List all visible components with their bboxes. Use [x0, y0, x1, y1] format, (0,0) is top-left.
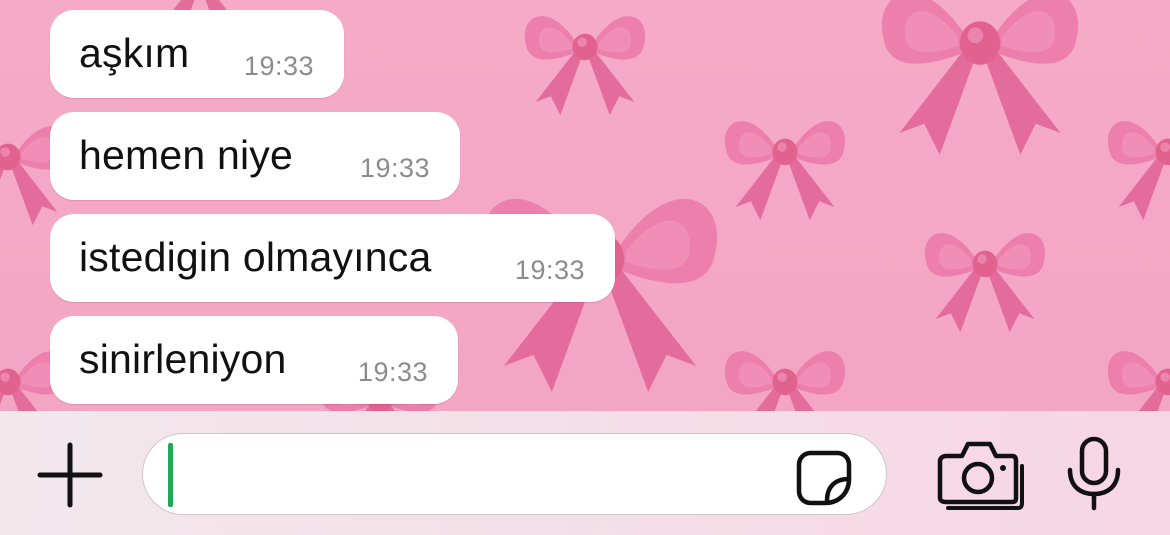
message-timestamp: 19:33	[357, 357, 428, 387]
message-timestamp: 19:33	[514, 255, 585, 285]
message-text: aşkım	[79, 30, 190, 76]
message-input[interactable]	[142, 433, 887, 515]
plus-icon	[37, 442, 103, 508]
chat-screen: aşkım 19:33 hemen niye 19:33 istedigin o…	[0, 0, 1170, 535]
message-list[interactable]: aşkım 19:33 hemen niye 19:33 istedigin o…	[0, 0, 1170, 411]
message-bubble[interactable]: istedigin olmayınca 19:33	[50, 214, 615, 302]
text-caret	[168, 443, 173, 507]
message-text: hemen niye	[79, 132, 293, 178]
microphone-icon	[1067, 436, 1121, 511]
message-bubble[interactable]: sinirleniyon 19:33	[50, 316, 458, 404]
message-timestamp: 19:33	[243, 51, 314, 81]
camera-icon	[937, 441, 1024, 510]
message-text: sinirleniyon	[79, 336, 287, 382]
sticker-icon	[796, 450, 852, 506]
sticker-button[interactable]	[795, 447, 855, 507]
message-bubble[interactable]: aşkım 19:33	[50, 10, 344, 98]
voice-message-button[interactable]	[1062, 436, 1126, 512]
message-timestamp: 19:33	[359, 153, 430, 183]
message-text: istedigin olmayınca	[79, 234, 432, 280]
camera-button[interactable]	[934, 434, 1024, 514]
message-bubble[interactable]: hemen niye 19:33	[50, 112, 460, 200]
add-attachment-button[interactable]	[36, 441, 104, 509]
